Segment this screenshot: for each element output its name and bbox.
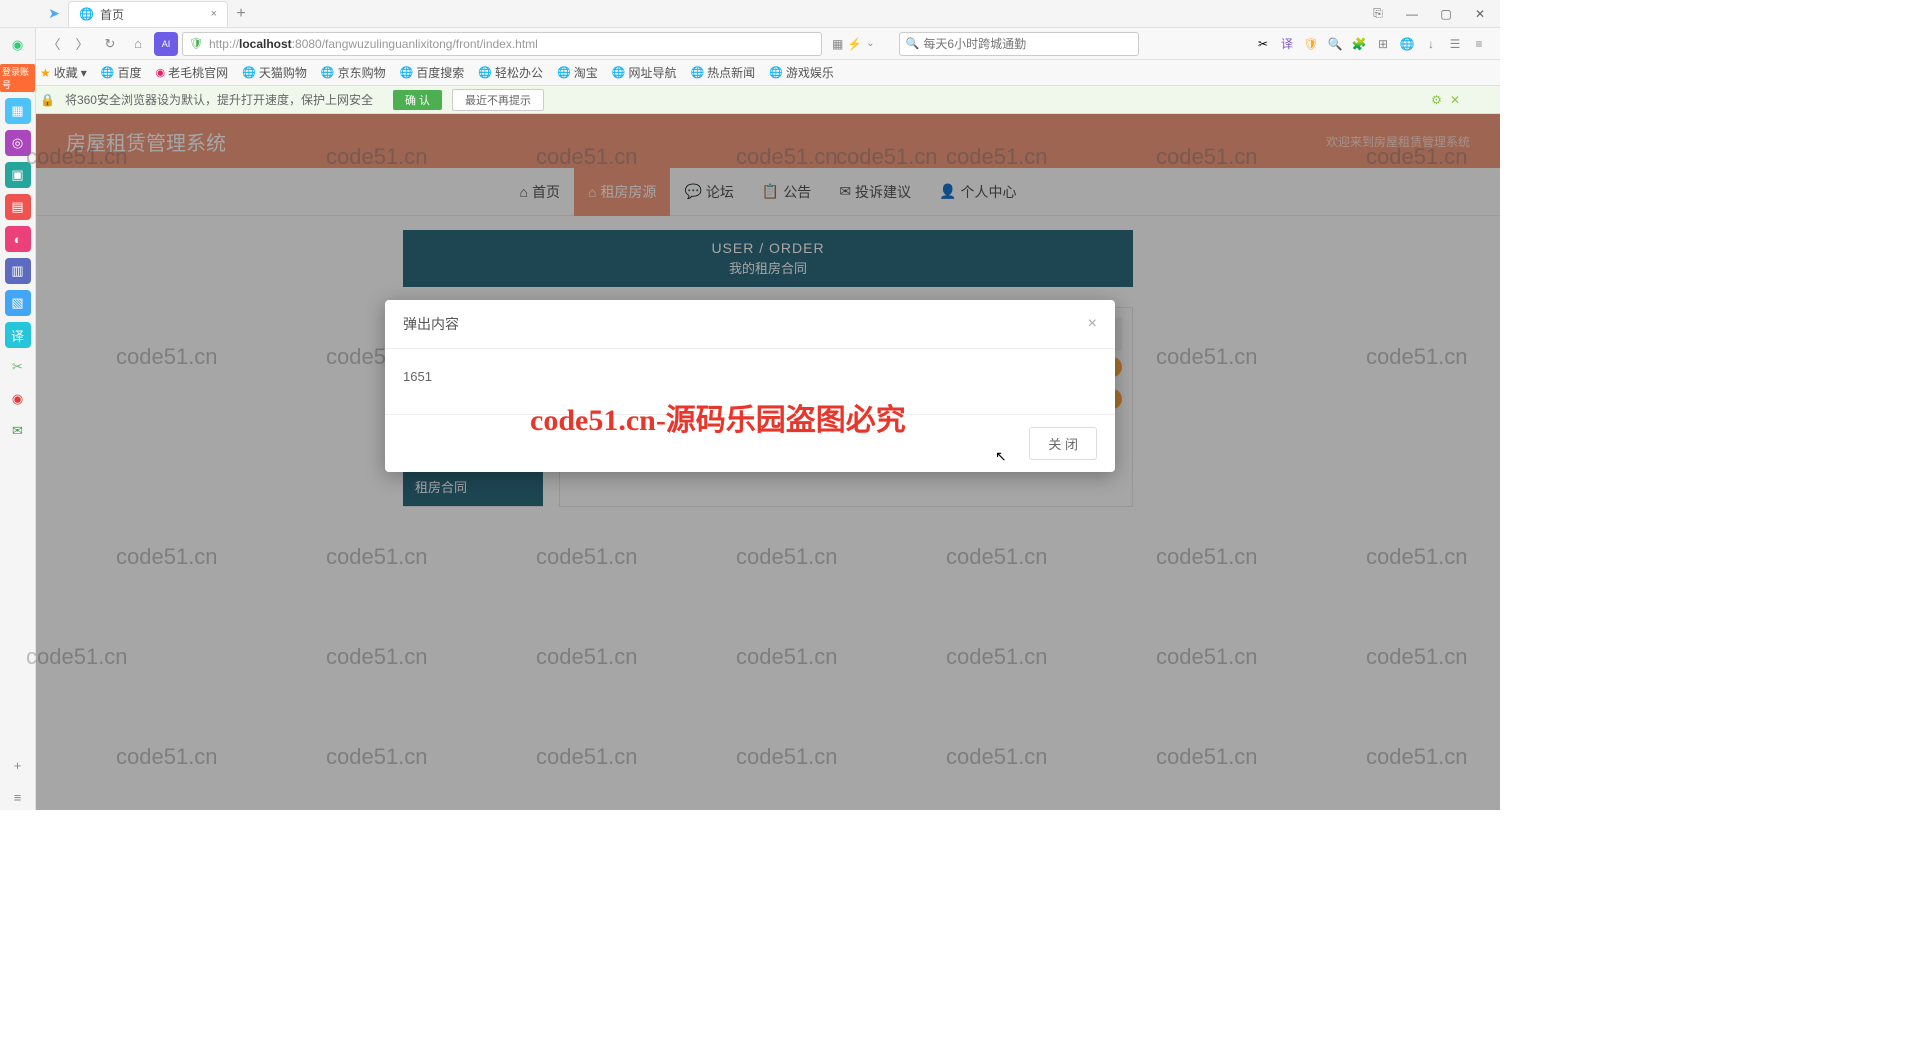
extension-icon[interactable]: 🧩 [1350, 35, 1368, 53]
url-bar[interactable]: 🛡 http://localhost:8080/fangwuzulinguanl… [182, 32, 822, 56]
download-icon[interactable]: ↓ [1422, 35, 1440, 53]
grid-icon[interactable]: ⊞ [1374, 35, 1392, 53]
lock-icon: 🔒 [40, 93, 55, 107]
url-text: http://localhost:8080/fangwuzulinguanlix… [209, 37, 538, 51]
browser-nav-bar: 〈 〉 ↻ ⌂ AI 🛡 http://localhost:8080/fangw… [0, 28, 1500, 60]
browser-tab-bar: ➤ 🌐 首页 × + ⎘ — ▢ ✕ [0, 0, 1500, 28]
bookmark-item[interactable]: 🌐轻松办公 [478, 64, 543, 81]
modal-dialog: 弹出内容 × 1651 关 闭 [385, 300, 1115, 472]
search-input[interactable] [923, 37, 1131, 51]
sidebar-360-icon[interactable]: ◉ [5, 32, 31, 58]
search-icon: 🔍 [906, 37, 920, 50]
nav-forward-icon[interactable]: 〉 [70, 32, 94, 56]
compass-icon[interactable]: ➤ [40, 0, 68, 28]
scissors-icon[interactable]: ✂ [1254, 35, 1272, 53]
notice-bar: 🔒 将360安全浏览器设为默认，提升打开速度，保护上网安全 确 认 最近不再提示… [0, 86, 1500, 114]
notice-gear-icon[interactable]: ⚙ [1431, 93, 1442, 107]
sidebar-app5-icon[interactable]: ◐ [5, 226, 31, 252]
qr-icon[interactable]: ▦ [832, 37, 843, 51]
new-tab-button[interactable]: + [228, 5, 254, 23]
sidebar-app2-icon[interactable]: ◎ [5, 130, 31, 156]
bookmark-item[interactable]: 🌐淘宝 [557, 64, 598, 81]
bookmark-item[interactable]: 🌐天猫购物 [242, 64, 307, 81]
security-icon[interactable]: 🛡 [1302, 35, 1320, 53]
nav-ai-icon[interactable]: AI [154, 32, 178, 56]
browser-left-sidebar: ◉ 登录账号 ▦ ◎ ▣ ▤ ◐ ▥ ▧ 译 ✂ ◉ ✉ + ≡ [0, 28, 36, 810]
notice-confirm-button[interactable]: 确 认 [393, 90, 442, 110]
notice-text: 将360安全浏览器设为默认，提升打开速度，保护上网安全 [65, 91, 373, 108]
nav-reload-icon[interactable]: ↻ [98, 32, 122, 56]
bookmark-item[interactable]: 🌐百度搜索 [400, 64, 465, 81]
window-gift-icon[interactable]: ⎘ [1362, 3, 1394, 25]
zoom-icon[interactable]: 🔍 [1326, 35, 1344, 53]
globe-icon: 🌐 [79, 7, 94, 21]
cursor-icon: ↖ [995, 448, 1007, 465]
shield-icon: 🛡 [189, 37, 203, 50]
browser-tab[interactable]: 🌐 首页 × [68, 1, 228, 27]
sidebar-login-badge[interactable]: 登录账号 [0, 64, 35, 92]
sidebar-app3-icon[interactable]: ▣ [5, 162, 31, 188]
bookmark-icon[interactable]: ☰ [1446, 35, 1464, 53]
bookmark-item[interactable]: 🌐热点新闻 [690, 64, 755, 81]
menu-icon[interactable]: ≡ [1470, 35, 1488, 53]
nav-home-icon[interactable]: ⌂ [126, 32, 150, 56]
bookmark-bar: ★收藏 ▾ 🌐百度 ◉老毛桃官网 🌐天猫购物 🌐京东购物 🌐百度搜索 🌐轻松办公… [0, 60, 1500, 86]
search-bar[interactable]: 🔍 [899, 32, 1139, 56]
chevron-down-icon[interactable]: ⌄ [866, 38, 874, 49]
bookmark-item[interactable]: 🌐网址导航 [612, 64, 677, 81]
bookmark-item[interactable]: ◉老毛桃官网 [156, 64, 229, 81]
window-maximize-icon[interactable]: ▢ [1430, 3, 1462, 25]
modal-content: 1651 [403, 369, 1097, 384]
sidebar-app6-icon[interactable]: ▥ [5, 258, 31, 284]
bookmark-item[interactable]: 🌐百度 [101, 64, 142, 81]
sidebar-app7-icon[interactable]: ▧ [5, 290, 31, 316]
sidebar-app8-icon[interactable]: 译 [5, 322, 31, 348]
tab-close-icon[interactable]: × [211, 8, 217, 20]
sidebar-app4-icon[interactable]: ▤ [5, 194, 31, 220]
tab-title: 首页 [100, 6, 124, 23]
sidebar-app1-icon[interactable]: ▦ [5, 98, 31, 124]
sidebar-scissors-icon[interactable]: ✂ [5, 354, 31, 380]
modal-close-icon[interactable]: × [1088, 315, 1097, 333]
translate-icon[interactable]: 译 [1278, 35, 1296, 53]
sidebar-menu-icon[interactable]: ≡ [5, 784, 31, 810]
notice-close-icon[interactable]: ✕ [1450, 93, 1460, 107]
lightning-icon[interactable]: ⚡ [847, 37, 862, 51]
sidebar-weibo-icon[interactable]: ◉ [5, 386, 31, 412]
watermark-red: code51.cn-源码乐园盗图必究 [530, 395, 906, 439]
window-minimize-icon[interactable]: — [1396, 3, 1428, 25]
bookmark-fav[interactable]: ★收藏 ▾ [40, 64, 87, 81]
sidebar-add-icon[interactable]: + [5, 752, 31, 778]
globe2-icon[interactable]: 🌐 [1398, 35, 1416, 53]
modal-title: 弹出内容 [403, 314, 459, 334]
bookmark-item[interactable]: 🌐京东购物 [321, 64, 386, 81]
modal-close-button[interactable]: 关 闭 [1029, 427, 1097, 460]
window-close-icon[interactable]: ✕ [1464, 3, 1496, 25]
notice-dismiss-button[interactable]: 最近不再提示 [452, 89, 544, 111]
modal-header: 弹出内容 × [385, 300, 1115, 349]
bookmark-item[interactable]: 🌐游戏娱乐 [769, 64, 834, 81]
nav-back-icon[interactable]: 〈 [42, 32, 66, 56]
sidebar-mail-icon[interactable]: ✉ [5, 418, 31, 444]
